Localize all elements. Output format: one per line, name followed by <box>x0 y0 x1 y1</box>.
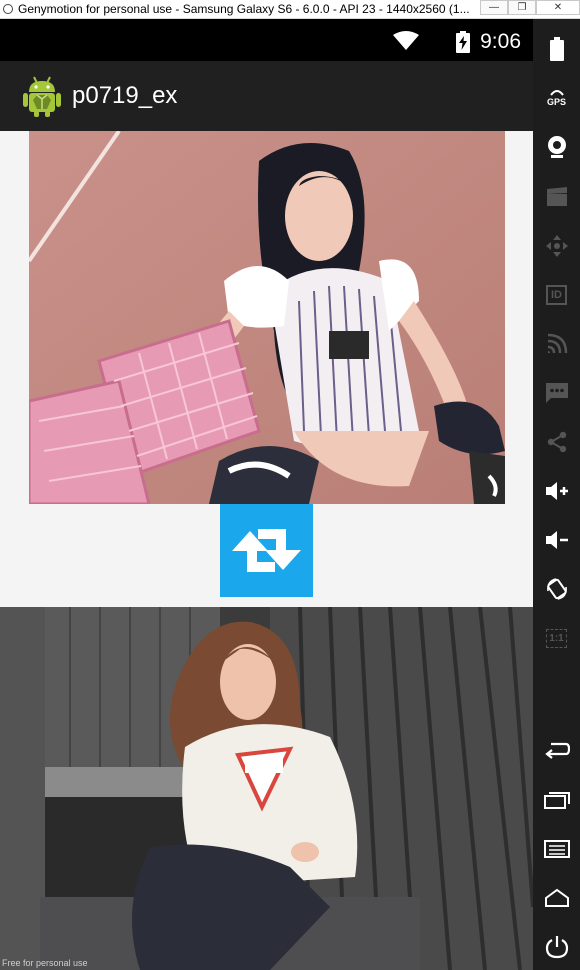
back-button[interactable] <box>541 735 572 765</box>
cast-icon <box>547 333 567 354</box>
genymotion-icon <box>3 4 13 14</box>
webcam-icon <box>547 136 566 158</box>
volume-up-button[interactable] <box>541 476 572 506</box>
home-icon <box>544 888 569 907</box>
action-bar: p0719_ex <box>0 61 533 131</box>
wifi-icon <box>393 31 419 50</box>
volume-down-icon <box>545 531 568 549</box>
recent-apps-icon <box>543 792 570 809</box>
gps-icon <box>549 90 564 96</box>
emulator-sidebar: GPS ID 1:1 <box>533 19 580 970</box>
battery-icon <box>549 37 564 61</box>
gps-widget-button[interactable]: GPS <box>541 82 572 112</box>
restore-button[interactable]: ❐ <box>508 0 536 15</box>
watermark-text: Free for personal use <box>2 958 88 968</box>
status-bar: 9:06 <box>0 19 533 61</box>
clapper-icon <box>546 187 567 206</box>
power-button[interactable] <box>541 932 572 962</box>
move-icon <box>545 235 568 257</box>
rotate-icon <box>546 578 567 600</box>
android-logo-icon <box>23 76 61 117</box>
scale-button[interactable]: 1:1 <box>541 623 572 653</box>
app-title: p0719_ex <box>72 82 178 109</box>
network-button[interactable] <box>541 329 572 359</box>
window-title: Genymotion for personal use - Samsung Ga… <box>18 2 470 16</box>
back-icon <box>544 742 570 759</box>
rotate-button[interactable] <box>541 574 572 604</box>
share-icon <box>547 431 566 453</box>
battery-widget-button[interactable] <box>541 34 572 64</box>
remote-control-button[interactable] <box>541 231 572 261</box>
id-icon: ID <box>546 285 567 305</box>
bottom-image[interactable] <box>0 607 533 970</box>
main-content <box>0 131 533 970</box>
menu-button[interactable] <box>541 834 572 864</box>
volume-up-icon <box>545 482 568 500</box>
share-button[interactable] <box>541 427 572 457</box>
webcam-widget-button[interactable] <box>541 132 572 162</box>
swap-arrows-icon <box>232 529 301 572</box>
power-icon <box>545 936 568 959</box>
minimize-button[interactable]: — <box>480 0 508 15</box>
sms-icon <box>545 383 568 403</box>
volume-down-button[interactable] <box>541 525 572 555</box>
device-id-button[interactable]: ID <box>541 280 572 310</box>
close-button[interactable]: ✕ <box>536 0 580 15</box>
battery-charging-icon <box>456 31 470 53</box>
capture-widget-button[interactable] <box>541 182 572 212</box>
menu-icon <box>543 840 570 858</box>
gps-label: GPS <box>546 97 566 107</box>
recent-apps-button[interactable] <box>541 785 572 815</box>
swap-button[interactable] <box>220 504 313 597</box>
top-image[interactable] <box>29 131 505 504</box>
scale-icon: 1:1 <box>546 628 567 648</box>
status-time: 9:06 <box>480 30 521 53</box>
window-title-bar: Genymotion for personal use - Samsung Ga… <box>0 0 580 19</box>
home-button[interactable] <box>541 883 572 913</box>
phone-sms-button[interactable] <box>541 378 572 408</box>
